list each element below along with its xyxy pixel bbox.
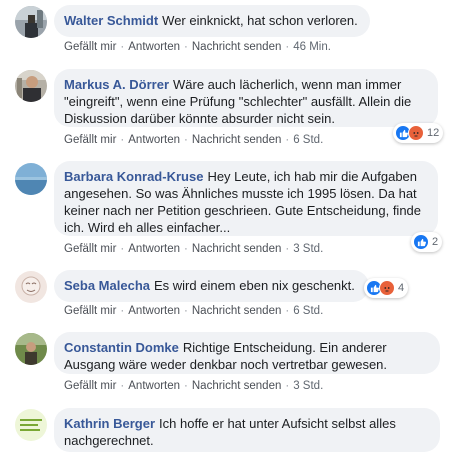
avatar[interactable] — [15, 163, 47, 195]
reactions-summary[interactable]: 12 — [393, 123, 444, 143]
reactions-summary[interactable]: 4 — [364, 278, 409, 298]
comment-bubble: Walter Schmidt Wer einknickt, hat schon v… — [54, 5, 370, 37]
comment-time[interactable]: 3 Std. — [293, 380, 323, 392]
comment-actions: Gefällt mir · Antworten · Nachricht senden · 6… — [64, 305, 324, 317]
message-link[interactable]: Nachricht senden — [192, 305, 282, 317]
reply-link[interactable]: Antworten — [128, 41, 180, 53]
comment-actions: Gefällt mir · Antworten · Nachricht senden · 3… — [64, 380, 324, 392]
comment-author[interactable]: Barbara Konrad-Kruse — [64, 169, 203, 184]
like-link[interactable]: Gefällt mir — [64, 305, 116, 317]
like-link[interactable]: Gefällt mir — [64, 380, 116, 392]
comment-actions: Gefällt mir · Antworten · Nachricht senden · 6… — [64, 134, 324, 146]
avatar-photo-icon — [15, 333, 47, 365]
comment-bubble: Barbara Konrad-Kruse Hey Leute, ich hab m… — [54, 161, 438, 236]
comment-author[interactable]: Kathrin Berger — [64, 416, 155, 431]
comment-bubble: Seba Malecha Es wird einem eben nix gesch… — [54, 270, 369, 302]
avatar-photo-icon — [15, 271, 47, 303]
message-link[interactable]: Nachricht senden — [192, 134, 282, 146]
comment-text: Es wird einem eben nix geschenkt. — [154, 278, 355, 293]
message-link[interactable]: Nachricht senden — [192, 380, 282, 392]
comment-bubble: Markus A. Dörrer Wäre auch lächerlich, we… — [54, 69, 438, 127]
comment-time[interactable]: 6 Std. — [293, 305, 323, 317]
comment-time[interactable]: 3 Std. — [293, 243, 323, 255]
comment-author[interactable]: Walter Schmidt — [64, 13, 158, 28]
comment-author[interactable]: Markus A. Dörrer — [64, 77, 169, 92]
reply-link[interactable]: Antworten — [128, 380, 180, 392]
avatar-photo-icon — [15, 6, 47, 38]
reactions-summary[interactable]: 2 — [411, 232, 443, 252]
like-link[interactable]: Gefällt mir — [64, 243, 116, 255]
comment-bubble: Kathrin Berger Ich hoffe er hat unter Auf… — [54, 408, 440, 452]
reply-link[interactable]: Antworten — [128, 305, 180, 317]
avatar[interactable] — [15, 70, 47, 102]
comment-time[interactable]: 6 Std. — [293, 134, 323, 146]
like-link[interactable]: Gefällt mir — [64, 134, 116, 146]
comment-time[interactable]: 46 Min. — [293, 41, 331, 53]
comment-author[interactable]: Constantin Domke — [64, 340, 179, 355]
like-reaction-icon — [413, 234, 429, 250]
reaction-count: 2 — [432, 236, 439, 248]
angry-reaction-icon — [379, 280, 395, 296]
reply-link[interactable]: Antworten — [128, 134, 180, 146]
message-link[interactable]: Nachricht senden — [192, 41, 282, 53]
comment-bubble: Constantin Domke Richtige Entscheidung. E… — [54, 332, 440, 374]
reaction-count: 12 — [427, 127, 440, 139]
avatar-photo-icon — [15, 409, 47, 441]
like-link[interactable]: Gefällt mir — [64, 41, 116, 53]
message-link[interactable]: Nachricht senden — [192, 243, 282, 255]
comment-author[interactable]: Seba Malecha — [64, 278, 150, 293]
comment-actions: Gefällt mir · Antworten · Nachricht senden · 4… — [64, 41, 331, 53]
avatar[interactable] — [15, 409, 47, 441]
avatar[interactable] — [15, 271, 47, 303]
reaction-count: 4 — [398, 282, 405, 294]
avatar-photo-icon — [15, 70, 47, 102]
comment-text: Wer einknickt, hat schon verloren. — [162, 13, 358, 28]
avatar[interactable] — [15, 6, 47, 38]
reply-link[interactable]: Antworten — [128, 243, 180, 255]
angry-reaction-icon — [408, 125, 424, 141]
avatar-photo-icon — [15, 163, 47, 195]
avatar[interactable] — [15, 333, 47, 365]
comment-actions: Gefällt mir · Antworten · Nachricht senden · 3… — [64, 243, 324, 255]
